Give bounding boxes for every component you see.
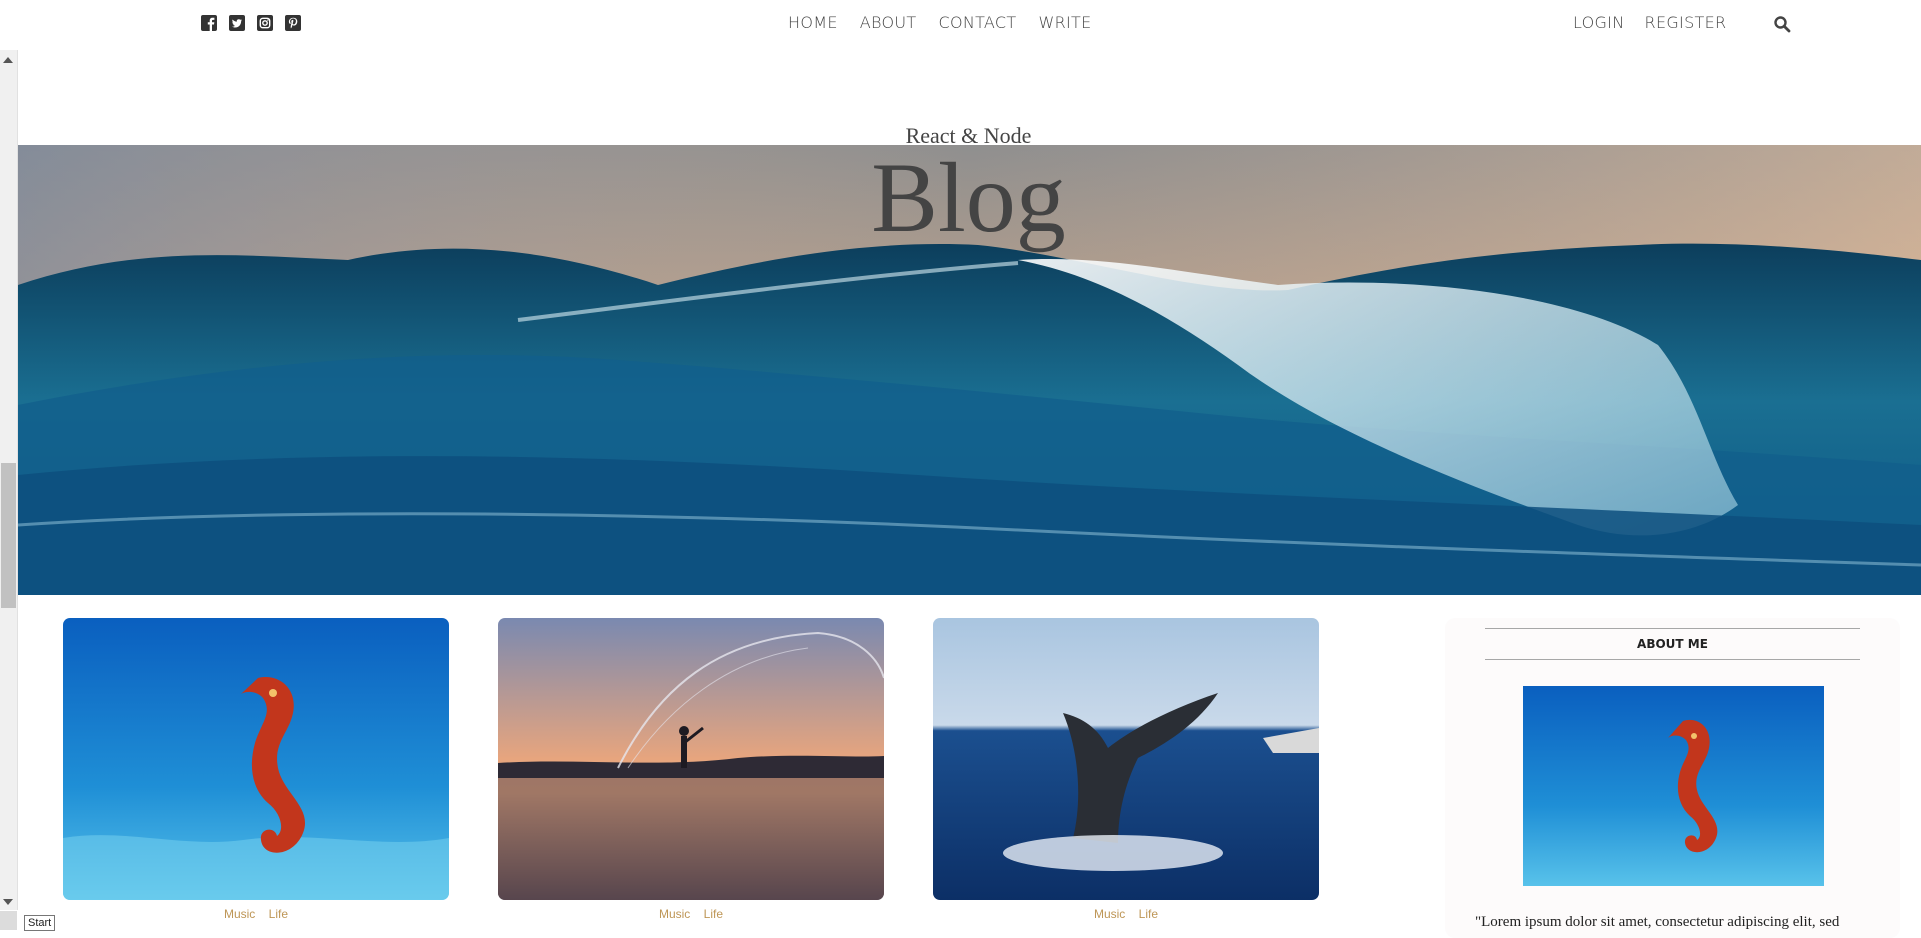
- instagram-square-icon[interactable]: [256, 14, 274, 32]
- sidebar-title: ABOUT ME: [1485, 628, 1860, 660]
- taskbar-corner: [0, 911, 17, 930]
- scrollbar-thumb[interactable]: [1, 463, 16, 608]
- auth-links: LOGIN REGISTER: [1573, 13, 1726, 32]
- pinterest-square-icon[interactable]: [284, 14, 302, 32]
- post-categories: Music Life: [63, 907, 449, 921]
- post-image-whale-tail[interactable]: [933, 618, 1319, 900]
- post-card[interactable]: Music Life: [933, 618, 1319, 921]
- category-link[interactable]: Music: [224, 907, 255, 921]
- category-link[interactable]: Life: [269, 907, 288, 921]
- category-link[interactable]: Life: [704, 907, 723, 921]
- search-icon[interactable]: [1773, 15, 1791, 33]
- scroll-up-arrow-icon[interactable]: [3, 57, 13, 63]
- nav-item-home[interactable]: HOME: [788, 13, 838, 32]
- sidebar-about-text: "Lorem ipsum dolor sit amet, consectetur…: [1475, 914, 1840, 930]
- facebook-square-icon[interactable]: [200, 14, 218, 32]
- social-links: [200, 14, 302, 32]
- post-categories: Music Life: [498, 907, 884, 921]
- post-card[interactable]: Music Life: [498, 618, 884, 921]
- main-nav: HOME ABOUT CONTACT WRITE: [788, 13, 1092, 32]
- nav-item-about[interactable]: ABOUT: [860, 13, 917, 32]
- register-link[interactable]: REGISTER: [1645, 13, 1727, 32]
- post-card[interactable]: Music Life: [63, 618, 449, 921]
- login-link[interactable]: LOGIN: [1573, 13, 1625, 32]
- post-categories: Music Life: [933, 907, 1319, 921]
- nav-item-write[interactable]: WRITE: [1038, 13, 1091, 32]
- sidebar-about-image: [1523, 686, 1824, 886]
- category-link[interactable]: Music: [1094, 907, 1125, 921]
- twitter-square-icon[interactable]: [228, 14, 246, 32]
- category-link[interactable]: Music: [659, 907, 690, 921]
- start-tooltip: Start: [24, 915, 56, 931]
- category-link[interactable]: Life: [1139, 907, 1158, 921]
- nav-item-contact[interactable]: CONTACT: [938, 13, 1016, 32]
- post-image-seahorse[interactable]: [63, 618, 449, 900]
- post-image-fisherman[interactable]: [498, 618, 884, 900]
- header-title: Blog: [871, 142, 1066, 253]
- sidebar: ABOUT ME "Lorem ipsum dolor sit amet, co…: [1445, 618, 1900, 938]
- scroll-down-arrow-icon[interactable]: [3, 899, 13, 905]
- top-bar: HOME ABOUT CONTACT WRITE LOGIN REGISTER: [0, 0, 1921, 48]
